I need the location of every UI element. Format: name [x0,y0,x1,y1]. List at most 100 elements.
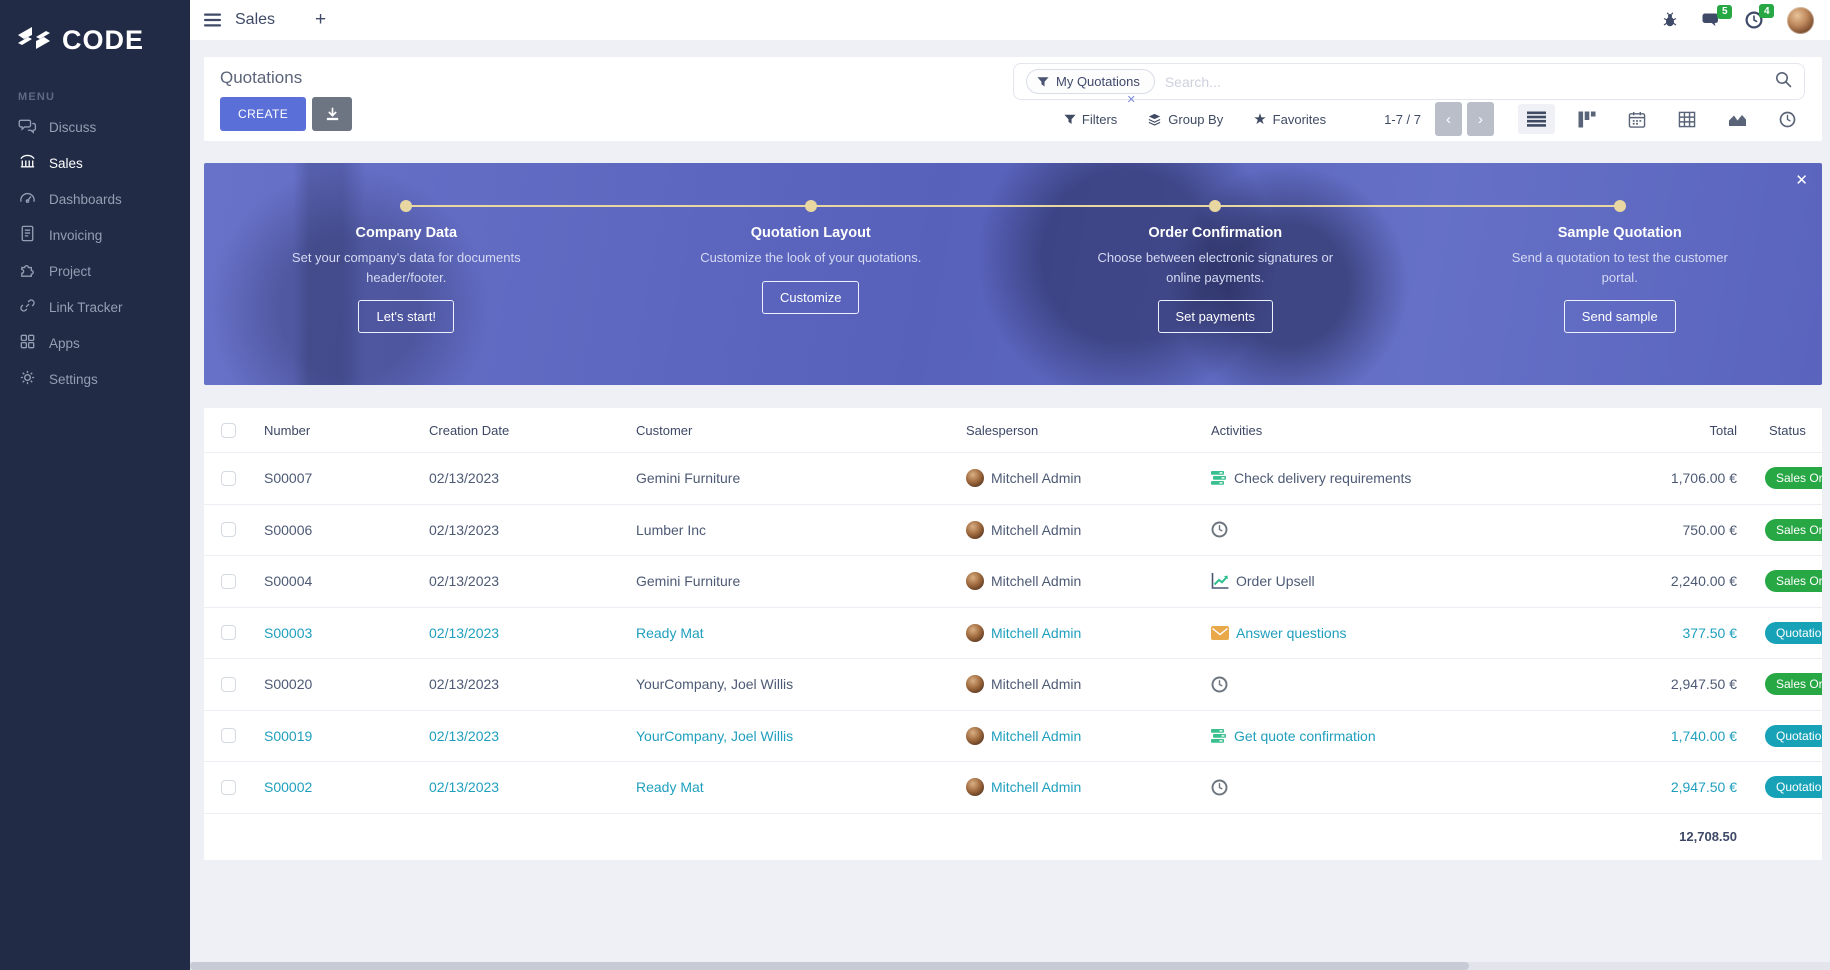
row-checkbox[interactable] [220,573,236,589]
row-checkbox[interactable] [220,470,236,486]
customer-name: Lumber Inc [636,521,707,538]
group-by-button[interactable]: Group By [1147,112,1223,127]
activity-cell[interactable] [1199,779,1534,796]
step-description: Set your company's data for documents he… [291,250,521,285]
horizontal-scrollbar[interactable] [190,962,1830,970]
user-avatar[interactable] [1787,6,1814,34]
quotation-number: S00006 [264,521,313,538]
sidebar-item-label: Sales [49,155,83,171]
messages-icon[interactable]: 5 [1702,4,1732,29]
view-pivot-icon[interactable] [1669,104,1705,135]
search-facet-my-quotations[interactable]: My Quotations ✕ [1026,69,1155,106]
pager-next-button[interactable]: › [1467,102,1494,136]
favorites-label: Favorites [1272,111,1327,127]
filters-button[interactable]: Filters [1064,112,1117,127]
current-app-title[interactable]: Sales [235,11,275,29]
pager-previous-button[interactable]: ‹ [1435,102,1462,136]
table-row[interactable]: S00006 02/13/2023 Lumber Inc Mitchell Ad… [204,503,1822,556]
envelope-icon [1211,625,1229,640]
logo-icon [16,24,52,57]
table-row[interactable]: S00003 02/13/2023 Ready Mat Mitchell Adm… [204,606,1822,659]
scrollbar-thumb[interactable] [190,962,1470,970]
gear-icon [18,368,37,390]
export-download-button[interactable] [312,97,353,131]
sidebar-item-invoicing[interactable]: Invoicing [0,217,190,253]
row-checkbox[interactable] [220,676,236,692]
table-row[interactable]: S00007 02/13/2023 Gemini Furniture Mitch… [204,452,1822,504]
app-logo[interactable]: CODE [0,0,190,57]
filter-funnel-icon [1064,114,1076,124]
sidebar-item-apps[interactable]: Apps [0,325,190,361]
row-checkbox[interactable] [220,728,236,744]
quotation-number: S00019 [264,727,313,744]
debug-bug-icon[interactable] [1662,12,1678,28]
customer-name: YourCompany, Joel Willis [636,676,794,693]
activity-cell[interactable] [1199,521,1534,538]
select-all-checkbox[interactable] [220,422,236,438]
column-header-number[interactable]: Number [252,423,417,438]
favorites-button[interactable]: ★ Favorites [1253,110,1326,128]
table-header-row: Number Creation Date Customer Salesperso… [204,408,1822,452]
column-header-activities[interactable]: Activities [1199,423,1534,438]
sidebar-item-project[interactable]: Project [0,253,190,289]
column-header-status[interactable]: Status [1749,423,1822,438]
hamburger-menu-icon[interactable] [204,13,221,27]
sidebar-item-label: Apps [49,335,80,351]
table-row[interactable]: S00004 02/13/2023 Gemini Furniture Mitch… [204,555,1822,607]
create-button[interactable]: CREATE [220,97,307,131]
step-title: Order Confirmation [1148,225,1283,241]
quotation-number: S00003 [264,624,313,641]
view-activity-icon[interactable] [1770,104,1805,135]
activities-clock-icon[interactable]: 4 [1745,4,1774,29]
sidebar-item-label: Settings [49,371,98,387]
column-header-total[interactable]: Total [1534,423,1749,438]
filters-label: Filters [1081,111,1118,127]
filter-funnel-icon [1037,76,1049,86]
storefront-icon [18,152,37,174]
clock-icon [1211,676,1228,693]
sidebar-item-settings[interactable]: Settings [0,361,190,397]
step-description: Send a quotation to test the customer po… [1511,250,1728,285]
status-badge: Quotation [1765,724,1822,747]
lets-start-button[interactable]: Let's start! [358,300,455,333]
column-header-creation-date[interactable]: Creation Date [417,423,624,438]
activity-cell[interactable]: Answer questions [1199,625,1534,641]
onboarding-step-company-data: Company Data Set your company's data for… [204,163,609,385]
set-payments-button[interactable]: Set payments [1157,300,1273,333]
send-sample-button[interactable]: Send sample [1563,300,1676,333]
row-checkbox[interactable] [220,779,236,795]
table-row[interactable]: S00019 02/13/2023 YourCompany, Joel Will… [204,709,1822,762]
pager-range: 1-7 / 7 [1384,111,1421,127]
view-graph-icon[interactable] [1719,104,1756,134]
customize-button[interactable]: Customize [762,280,860,314]
total-amount: 1,740.00 € [1670,727,1737,744]
row-checkbox[interactable] [220,625,236,641]
column-header-customer[interactable]: Customer [624,423,954,438]
activity-cell[interactable]: Get quote confirmation [1199,728,1534,744]
activity-label: Get quote confirmation [1234,727,1376,744]
sidebar-item-dashboards[interactable]: Dashboards [0,181,190,217]
column-header-salesperson[interactable]: Salesperson [954,423,1199,438]
table-row[interactable]: S00020 02/13/2023 YourCompany, Joel Will… [204,658,1822,710]
sidebar-item-sales[interactable]: Sales [0,145,190,181]
search-input[interactable] [1164,73,1775,90]
table-row[interactable]: S00002 02/13/2023 Ready Mat Mitchell Adm… [204,761,1822,813]
row-checkbox[interactable] [220,522,236,538]
step-description: Choose between electronic signatures or … [1097,250,1334,285]
customer-name: YourCompany, Joel Willis [636,727,794,744]
activity-cell[interactable]: Order Upsell [1199,573,1534,589]
sidebar-item-link-tracker[interactable]: Link Tracker [0,289,190,325]
new-tab-button[interactable]: + [315,9,326,31]
status-badge: Sales Order [1765,467,1822,490]
table-footer-row: 12,708.50 [204,812,1822,860]
view-kanban-icon[interactable] [1569,104,1605,135]
view-calendar-icon[interactable] [1619,104,1655,135]
search-bar[interactable]: My Quotations ✕ [1013,63,1805,106]
activity-cell[interactable]: Check delivery requirements [1199,470,1534,486]
salesperson-name: Mitchell Admin [991,624,1082,641]
search-icon[interactable] [1775,71,1792,93]
activity-cell[interactable] [1199,676,1534,693]
total-amount: 2,947.50 € [1670,676,1737,693]
view-list-icon[interactable] [1518,104,1555,134]
sidebar-item-discuss[interactable]: Discuss [0,109,190,145]
